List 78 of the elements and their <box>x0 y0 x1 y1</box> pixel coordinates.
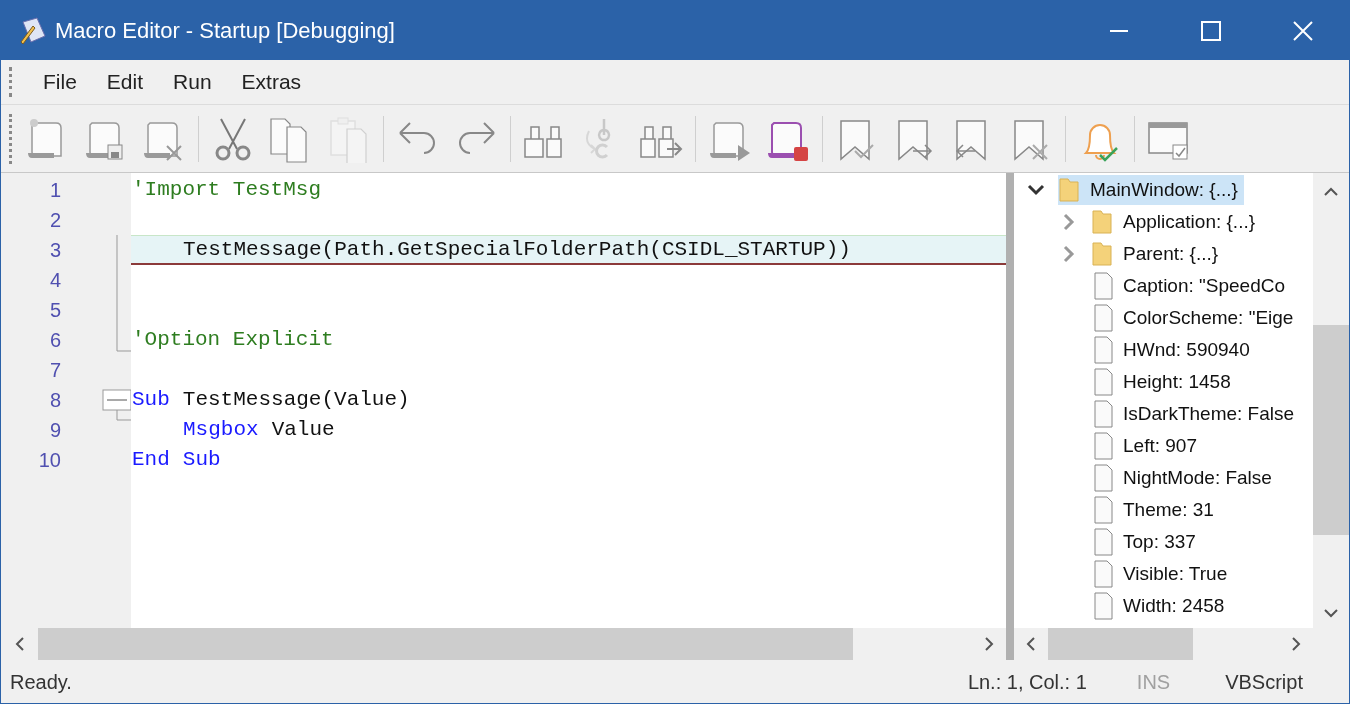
status-message: Ready. <box>10 669 72 695</box>
document-icon <box>1091 303 1113 333</box>
horizontal-scrollbar[interactable] <box>1 628 1006 660</box>
vertical-scrollbar[interactable] <box>1313 173 1349 628</box>
line-number: 3 <box>48 238 61 263</box>
minimize-icon <box>1110 29 1128 32</box>
document-icon <box>1091 367 1113 397</box>
code-token: Sub <box>132 387 170 414</box>
document-icon <box>1091 495 1113 525</box>
tree-item[interactable]: NightMode: False <box>1091 463 1278 493</box>
document-icon <box>1091 463 1113 493</box>
code-token: Value <box>271 417 335 444</box>
scroll-left-icon[interactable] <box>15 637 25 651</box>
document-icon <box>1091 335 1113 365</box>
document-icon <box>1091 431 1113 461</box>
tree-item[interactable]: Caption: "SpeedCo <box>1091 271 1292 301</box>
code-token: Msgbox <box>183 417 259 444</box>
fold-markers-drawing[interactable] <box>102 235 131 421</box>
document-icon <box>1091 559 1113 589</box>
code-token: Sub <box>182 447 221 474</box>
menu-item[interactable]: Edit <box>92 62 158 102</box>
document-icon <box>1091 271 1113 301</box>
scroll-down-icon[interactable] <box>1324 608 1338 618</box>
chevron-right-icon[interactable] <box>1063 245 1075 263</box>
app-icon <box>19 15 47 46</box>
folder-icon <box>1091 239 1113 269</box>
tree-item[interactable]: HWnd: 590940 <box>1091 335 1256 365</box>
menu-item[interactable]: File <box>29 62 91 102</box>
tree-item[interactable]: Visible: True <box>1091 559 1234 589</box>
line-number: 8 <box>48 388 61 413</box>
horizontal-scrollbar[interactable] <box>1014 628 1349 660</box>
scroll-right-icon[interactable] <box>984 637 994 651</box>
line-number: 5 <box>48 298 61 323</box>
tree-item[interactable]: Application: {...} <box>1091 207 1262 237</box>
tree-item[interactable]: MainWindow: {...} <box>1058 175 1244 205</box>
scrollbar-thumb[interactable] <box>1313 325 1349 535</box>
document-icon <box>1091 527 1113 557</box>
scroll-left-icon[interactable] <box>1026 637 1036 651</box>
tree-item[interactable]: Width: 2458 <box>1091 591 1231 621</box>
tree-item[interactable]: IsDarkTheme: False <box>1091 399 1301 429</box>
chevron-down-icon[interactable] <box>1027 184 1045 196</box>
line-number: 10 <box>37 448 61 473</box>
maximize-icon <box>1201 20 1221 41</box>
scroll-right-icon[interactable] <box>1291 637 1301 651</box>
code-token: 'Option Explicit <box>132 327 334 354</box>
line-number: 2 <box>48 208 61 233</box>
code-token: 'Import TestMsg <box>132 177 322 204</box>
code-token: End <box>132 447 170 474</box>
tree-item[interactable]: Height: 1458 <box>1091 367 1237 397</box>
grip-handle[interactable] <box>9 67 13 97</box>
document-icon <box>1091 591 1113 621</box>
tree-item[interactable]: Parent: {...} <box>1091 239 1225 269</box>
close-icon <box>1293 20 1313 41</box>
line-number: 9 <box>48 418 61 443</box>
code-token: TestMessage(Path.GetSpecialFolderPath(CSIDL_STARTUP)) <box>183 236 851 263</box>
cursor-position: Ln.: 1, Col.: 1 <box>967 669 1087 695</box>
line-number: 7 <box>48 358 61 383</box>
window-title: Macro Editor - Startup [Debugging] <box>55 17 395 45</box>
tree-item[interactable]: Theme: 31 <box>1091 495 1220 525</box>
document-icon <box>1091 399 1113 429</box>
menu-item[interactable]: Run <box>159 62 226 102</box>
line-number: 6 <box>48 328 61 353</box>
tree-item[interactable]: Left: 907 <box>1091 431 1203 461</box>
folder-icon <box>1091 207 1113 237</box>
scrollbar-thumb[interactable] <box>38 628 853 660</box>
scrollbar-thumb[interactable] <box>1048 628 1193 660</box>
tree-item[interactable]: Top: 337 <box>1091 527 1202 557</box>
line-number: 1 <box>48 178 61 203</box>
grip-handle[interactable] <box>9 113 13 164</box>
scroll-up-icon[interactable] <box>1324 187 1338 197</box>
folder-icon <box>1058 175 1080 205</box>
menu-item[interactable]: Extras <box>227 62 316 102</box>
line-number: 4 <box>48 268 61 293</box>
insert-mode: INS <box>1136 669 1171 695</box>
language-indicator: VBScript <box>1225 669 1303 695</box>
code-token: TestMessage(Value) <box>182 387 410 414</box>
tree-item[interactable]: ColorScheme: "Eige <box>1091 303 1300 333</box>
chevron-right-icon[interactable] <box>1063 213 1075 231</box>
